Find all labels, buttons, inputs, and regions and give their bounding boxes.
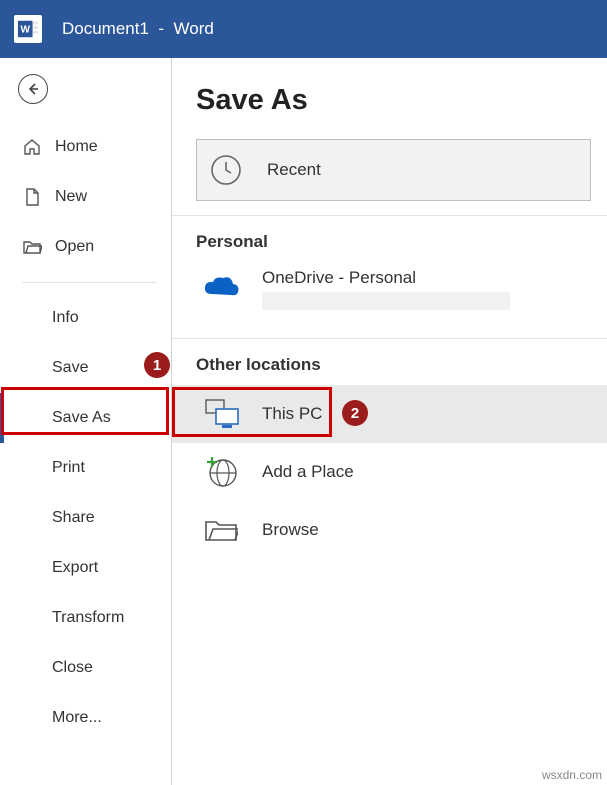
sidebar-label: Info xyxy=(52,309,79,327)
sidebar-label: New xyxy=(55,188,87,206)
section-header-other: Other locations xyxy=(196,339,591,385)
window-title: Document1 - Word xyxy=(62,19,214,39)
sidebar-item-more[interactable]: More... xyxy=(0,693,171,743)
thispc-icon xyxy=(202,395,240,433)
onedrive-account-blur xyxy=(262,292,510,310)
location-onedrive[interactable]: OneDrive - Personal xyxy=(196,262,591,320)
sidebar-label: Open xyxy=(55,238,94,256)
sidebar-label: Home xyxy=(55,138,98,156)
recent-clock-icon xyxy=(207,151,245,189)
sidebar-item-saveas[interactable]: Save As xyxy=(0,393,171,443)
location-label: Recent xyxy=(267,160,321,180)
location-browse[interactable]: Browse xyxy=(196,501,591,559)
addplace-globe-icon xyxy=(202,453,240,491)
sidebar-item-new[interactable]: New xyxy=(0,172,171,222)
location-thispc[interactable]: This PC 2 xyxy=(172,385,607,443)
sidebar-label: Print xyxy=(52,459,85,477)
home-icon xyxy=(22,137,42,157)
location-label: Browse xyxy=(262,520,319,540)
sidebar-item-print[interactable]: Print xyxy=(0,443,171,493)
onedrive-cloud-icon xyxy=(202,268,240,306)
watermark: wsxdn.com xyxy=(542,768,602,782)
sidebar-label: Share xyxy=(52,509,95,527)
title-bar: W Document1 - Word xyxy=(0,0,607,58)
location-label: This PC xyxy=(262,404,322,424)
location-label: OneDrive - Personal xyxy=(262,268,510,288)
sidebar-item-info[interactable]: Info xyxy=(0,293,171,343)
location-label: Add a Place xyxy=(262,462,354,482)
location-recent[interactable]: Recent xyxy=(196,139,591,201)
sidebar-item-home[interactable]: Home xyxy=(0,122,171,172)
sidebar-label: Save As xyxy=(52,409,111,427)
section-header-personal: Personal xyxy=(196,216,591,262)
annotation-badge-2: 2 xyxy=(342,400,368,426)
browse-folder-icon xyxy=(202,511,240,549)
back-arrow-icon xyxy=(25,81,41,97)
sidebar-label: Transform xyxy=(52,609,124,627)
sidebar-item-open[interactable]: Open xyxy=(0,222,171,272)
sidebar-label: Close xyxy=(52,659,93,677)
open-folder-icon xyxy=(22,237,42,257)
sidebar-item-share[interactable]: Share xyxy=(0,493,171,543)
sidebar-label: Export xyxy=(52,559,98,577)
sidebar-item-export[interactable]: Export xyxy=(0,543,171,593)
sidebar-item-save[interactable]: Save xyxy=(0,343,171,393)
page-title: Save As xyxy=(172,84,607,139)
location-addplace[interactable]: Add a Place xyxy=(196,443,591,501)
sidebar-item-transform[interactable]: Transform xyxy=(0,593,171,643)
sidebar-divider xyxy=(22,282,157,283)
sidebar-label: Save xyxy=(52,359,88,377)
sidebar-label: More... xyxy=(52,709,102,727)
new-doc-icon xyxy=(22,187,42,207)
backstage-sidebar: Home New Open Info Save Save As Print Sh… xyxy=(0,58,172,785)
svg-text:W: W xyxy=(20,25,30,36)
back-button[interactable] xyxy=(18,74,48,104)
saveas-content: Save As Recent Personal OneDrive - Perso… xyxy=(172,58,607,785)
sidebar-item-close[interactable]: Close xyxy=(0,643,171,693)
word-app-icon: W xyxy=(14,15,42,43)
